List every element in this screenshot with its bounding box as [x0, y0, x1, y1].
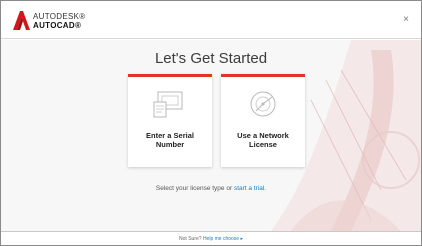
- header-bar: AUTODESK® AUTOCAD® ×: [1, 1, 421, 39]
- network-license-icon: [250, 91, 276, 117]
- enter-serial-number-label: Enter a Serial Number: [146, 131, 194, 149]
- main-content: Let's Get Started Enter a Serial Number …: [1, 40, 421, 231]
- start-trial-link[interactable]: start a trial.: [234, 185, 266, 192]
- brand-wordmark: AUTODESK® AUTOCAD®: [33, 12, 85, 30]
- use-network-license-card[interactable]: Use a Network License: [221, 74, 305, 167]
- help-me-choose-link[interactable]: Help me choose ▸: [203, 236, 243, 242]
- license-type-prompt: Select your license type or start a tria…: [1, 185, 421, 192]
- autodesk-logo-icon: [13, 11, 30, 30]
- use-network-license-label: Use a Network License: [237, 131, 289, 149]
- brand-autodesk: AUTODESK®: [33, 12, 86, 21]
- autocad-license-window: AUTODESK® AUTOCAD® × Let's Get Started E…: [0, 0, 422, 246]
- brand-autocad: AUTOCAD®: [33, 21, 82, 30]
- not-sure-text: Not Sure?: [179, 236, 202, 242]
- license-type-prompt-text: Select your license type or: [155, 185, 233, 192]
- serial-number-icon: [153, 91, 183, 118]
- footer-bar: Not Sure? Help me choose ▸: [1, 231, 421, 245]
- close-icon[interactable]: ×: [399, 13, 413, 27]
- enter-serial-number-card[interactable]: Enter a Serial Number: [128, 74, 212, 167]
- page-title: Let's Get Started: [154, 50, 268, 67]
